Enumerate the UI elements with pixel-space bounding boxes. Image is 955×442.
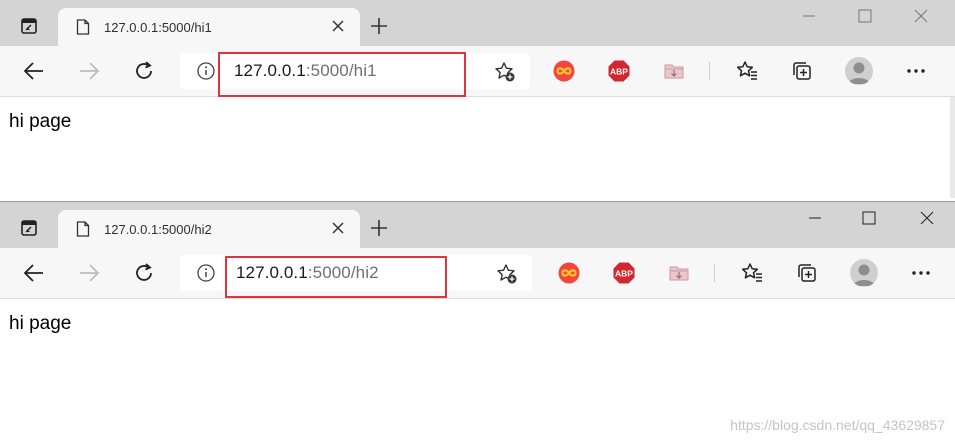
window-close-icon[interactable]	[904, 202, 950, 234]
adblock-plus-icon[interactable]: ABP	[613, 262, 635, 284]
forward-icon	[77, 59, 101, 83]
document-icon	[76, 19, 90, 40]
minimize-icon[interactable]	[792, 202, 838, 234]
infinity-extension-icon[interactable]	[558, 262, 580, 284]
window-close-icon[interactable]	[898, 0, 944, 32]
more-icon[interactable]	[904, 59, 928, 83]
watermark: https://blog.csdn.net/qq_43629857	[730, 417, 945, 433]
adblock-label: ABP	[610, 66, 628, 76]
tab-strip: 127.0.0.1:5000/hi1	[0, 0, 955, 46]
tab-title: 127.0.0.1:5000/hi1	[104, 20, 212, 35]
maximize-icon[interactable]	[846, 202, 892, 234]
toolbar-separator	[714, 264, 715, 282]
info-icon[interactable]	[197, 62, 215, 80]
tab-title: 127.0.0.1:5000/hi2	[104, 222, 212, 237]
collections-icon[interactable]	[795, 261, 819, 285]
close-icon[interactable]	[330, 18, 346, 34]
refresh-icon[interactable]	[132, 59, 156, 83]
tab-actions-icon[interactable]	[19, 218, 39, 238]
refresh-icon[interactable]	[132, 261, 156, 285]
tab-active[interactable]: 127.0.0.1:5000/hi2	[58, 210, 360, 248]
minimize-icon[interactable]	[786, 0, 832, 32]
info-icon[interactable]	[197, 264, 215, 282]
browser-window-1: 127.0.0.1:5000/hi1 127.0.0.1:5000/hi1 AB…	[0, 0, 955, 198]
scrollbar[interactable]	[950, 97, 955, 198]
add-favorite-icon[interactable]	[496, 263, 518, 285]
profile-avatar[interactable]	[845, 57, 873, 85]
plus-icon[interactable]	[370, 17, 388, 35]
adblock-plus-icon[interactable]: ABP	[608, 60, 630, 82]
close-icon[interactable]	[330, 220, 346, 236]
adblock-label: ABP	[615, 268, 633, 278]
folder-extension-icon[interactable]	[668, 262, 690, 284]
toolbar-separator	[709, 62, 710, 80]
browser-window-2: 127.0.0.1:5000/hi2 127.0.0.1:5000/hi2 AB…	[0, 201, 955, 442]
infinity-extension-icon[interactable]	[553, 60, 575, 82]
folder-extension-icon[interactable]	[663, 60, 685, 82]
tab-actions-icon[interactable]	[19, 16, 39, 36]
add-favorite-icon[interactable]	[494, 61, 516, 83]
back-icon[interactable]	[22, 261, 46, 285]
collections-icon[interactable]	[790, 59, 814, 83]
url-highlight-box	[218, 52, 466, 97]
navigation-toolbar: 127.0.0.1:5000/hi2 ABP	[0, 248, 955, 299]
page-text: hi page	[9, 313, 72, 334]
url-highlight-box	[225, 256, 447, 298]
more-icon[interactable]	[909, 261, 933, 285]
plus-icon[interactable]	[370, 219, 388, 237]
page-content: hi page	[0, 97, 955, 198]
tab-strip: 127.0.0.1:5000/hi2	[0, 202, 955, 248]
document-icon	[76, 221, 90, 242]
forward-icon	[77, 261, 101, 285]
tab-active[interactable]: 127.0.0.1:5000/hi1	[58, 8, 360, 46]
favorites-icon[interactable]	[735, 59, 759, 83]
navigation-toolbar: 127.0.0.1:5000/hi1 ABP	[0, 46, 955, 97]
favorites-icon[interactable]	[740, 261, 764, 285]
page-text: hi page	[9, 111, 72, 132]
profile-avatar[interactable]	[850, 259, 878, 287]
maximize-icon[interactable]	[842, 0, 888, 32]
back-icon[interactable]	[22, 59, 46, 83]
